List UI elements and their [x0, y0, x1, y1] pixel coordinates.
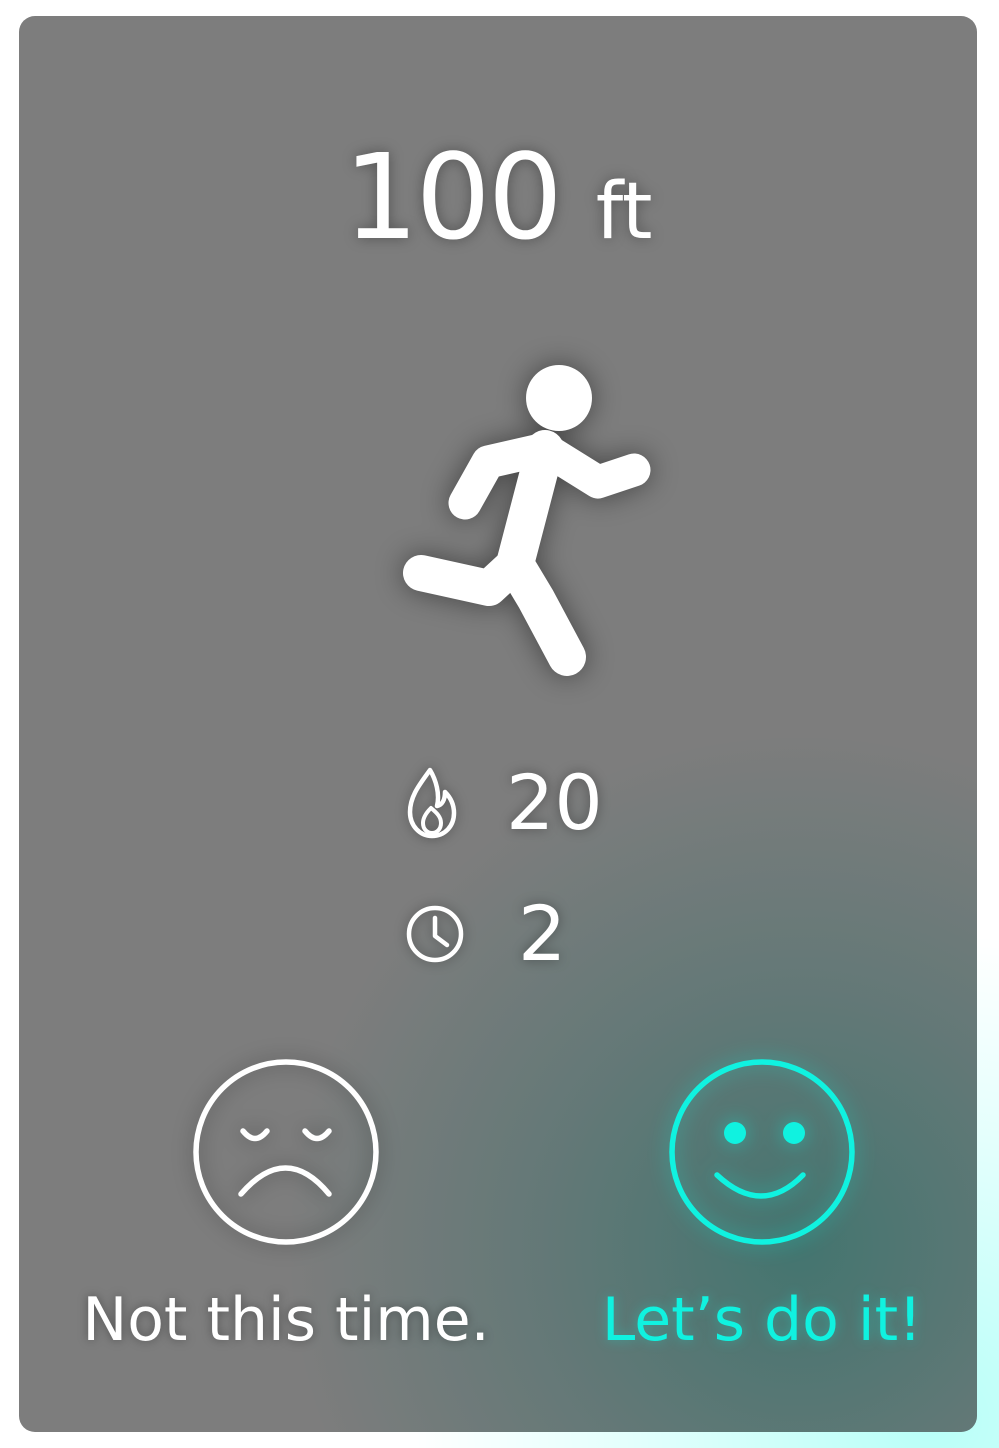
calories-stat: 20	[404, 764, 603, 842]
running-person-icon	[403, 365, 651, 676]
sad-face-icon	[193, 1059, 379, 1245]
calories-value: 20	[506, 758, 603, 847]
accept-label: Let’s do it!	[601, 1285, 923, 1355]
time-stat: 2	[404, 896, 566, 972]
accept-button[interactable]: Let’s do it!	[542, 1054, 977, 1350]
distance-display: 100 ft	[19, 138, 977, 256]
smiley-face-icon	[669, 1059, 855, 1245]
distance-value: 100	[343, 128, 563, 266]
flame-icon	[407, 767, 457, 839]
decline-label: Not this time.	[82, 1285, 490, 1355]
decline-button[interactable]: Not this time.	[66, 1054, 506, 1350]
activity-card: 100 ft 20 2 Not this time. Let’s do it!	[19, 16, 977, 1432]
time-value: 2	[518, 889, 567, 978]
clock-icon	[406, 905, 464, 963]
distance-unit: ft	[595, 167, 653, 257]
